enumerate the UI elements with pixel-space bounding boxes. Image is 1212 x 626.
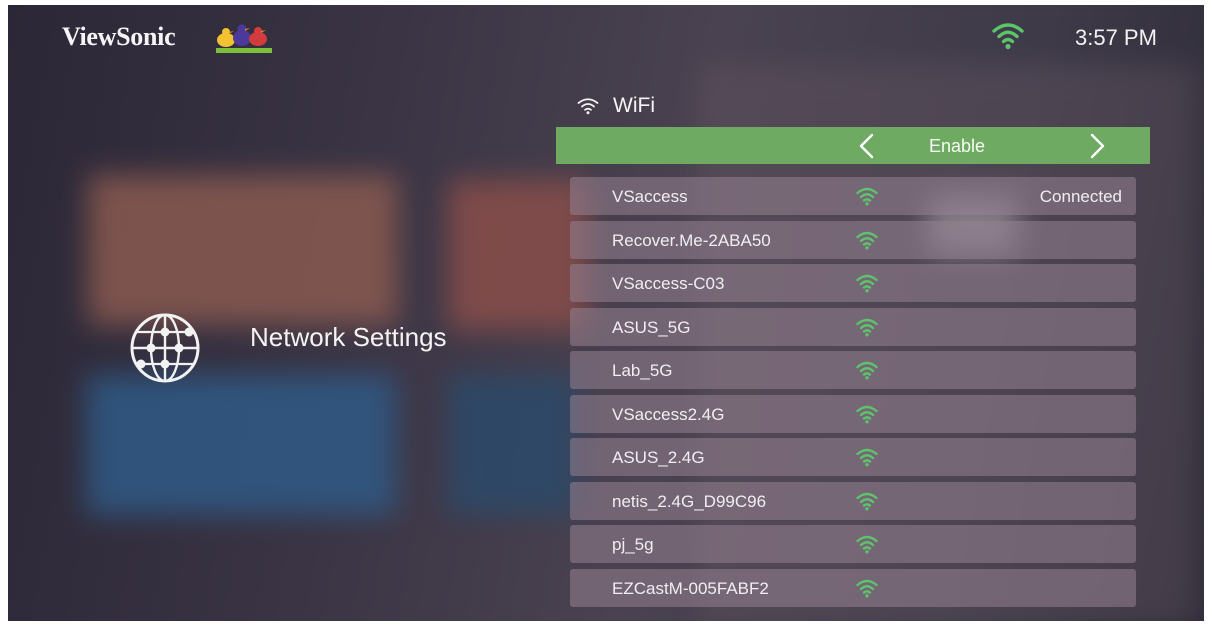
wifi-signal-icon [856, 448, 878, 467]
wifi-signal-icon [856, 361, 878, 380]
wifi-panel-title: WiFi [613, 94, 655, 117]
wifi-connected-icon [992, 23, 1024, 50]
network-row[interactable]: Lab_5G [570, 351, 1136, 389]
network-ssid: EZCastM-005FABF2 [612, 578, 769, 598]
page-title: Network Settings [250, 322, 447, 352]
background-blur [448, 180, 588, 330]
wifi-enable-selector[interactable]: Enable [556, 127, 1150, 164]
network-ssid: VSaccess-C03 [612, 274, 725, 293]
chevron-left-icon[interactable] [856, 133, 878, 159]
wifi-signal-icon [856, 187, 878, 206]
viewsonic-birds-logo-icon [216, 24, 272, 53]
network-ssid: VSaccess [612, 187, 688, 206]
wifi-panel-header: WiFi [577, 94, 655, 118]
network-status: Connected [1039, 187, 1122, 206]
network-row[interactable]: VSaccess Connected [570, 177, 1136, 215]
network-ssid: VSaccess2.4G [612, 404, 725, 424]
network-row[interactable]: ASUS_5G [570, 307, 1136, 346]
wifi-signal-icon [856, 579, 878, 597]
clock: 3:57 PM [1075, 25, 1157, 50]
wifi-signal-icon [856, 405, 878, 423]
wifi-enable-value: Enable [929, 136, 986, 156]
wifi-signal-icon [856, 492, 878, 510]
network-row[interactable]: Recover.Me-2ABA50 [570, 220, 1136, 259]
background-blur [86, 375, 396, 515]
network-row[interactable]: pj_5g [570, 525, 1136, 563]
wifi-signal-icon [856, 535, 878, 554]
background-blur [448, 375, 578, 515]
brand-logo-text: ViewSonic [62, 22, 176, 51]
network-row[interactable]: ASUS_2.4G [570, 438, 1136, 476]
network-row[interactable]: netis_2.4G_D99C96 [570, 481, 1136, 520]
network-ssid: pj_5g [612, 535, 654, 554]
network-row[interactable]: VSaccess2.4G [570, 394, 1136, 433]
network-ssid: ASUS_2.4G [612, 448, 705, 467]
network-row[interactable]: EZCastM-005FABF2 [570, 568, 1136, 607]
network-row[interactable]: VSaccess-C03 [570, 264, 1136, 302]
network-list: VSaccess Connected Recover.Me-2ABA50 VSacce… [570, 177, 1136, 612]
network-ssid: Recover.Me-2ABA50 [612, 230, 771, 250]
network-globe-icon [130, 313, 200, 383]
network-ssid: ASUS_5G [612, 317, 691, 337]
wifi-signal-icon [856, 274, 878, 293]
wifi-signal-icon [856, 231, 878, 249]
network-ssid: Lab_5G [612, 361, 673, 380]
wifi-signal-icon [856, 318, 878, 336]
chevron-right-icon[interactable] [1086, 133, 1108, 159]
network-ssid: netis_2.4G_D99C96 [612, 491, 767, 511]
wifi-icon [577, 98, 599, 115]
background-blur [88, 175, 398, 325]
